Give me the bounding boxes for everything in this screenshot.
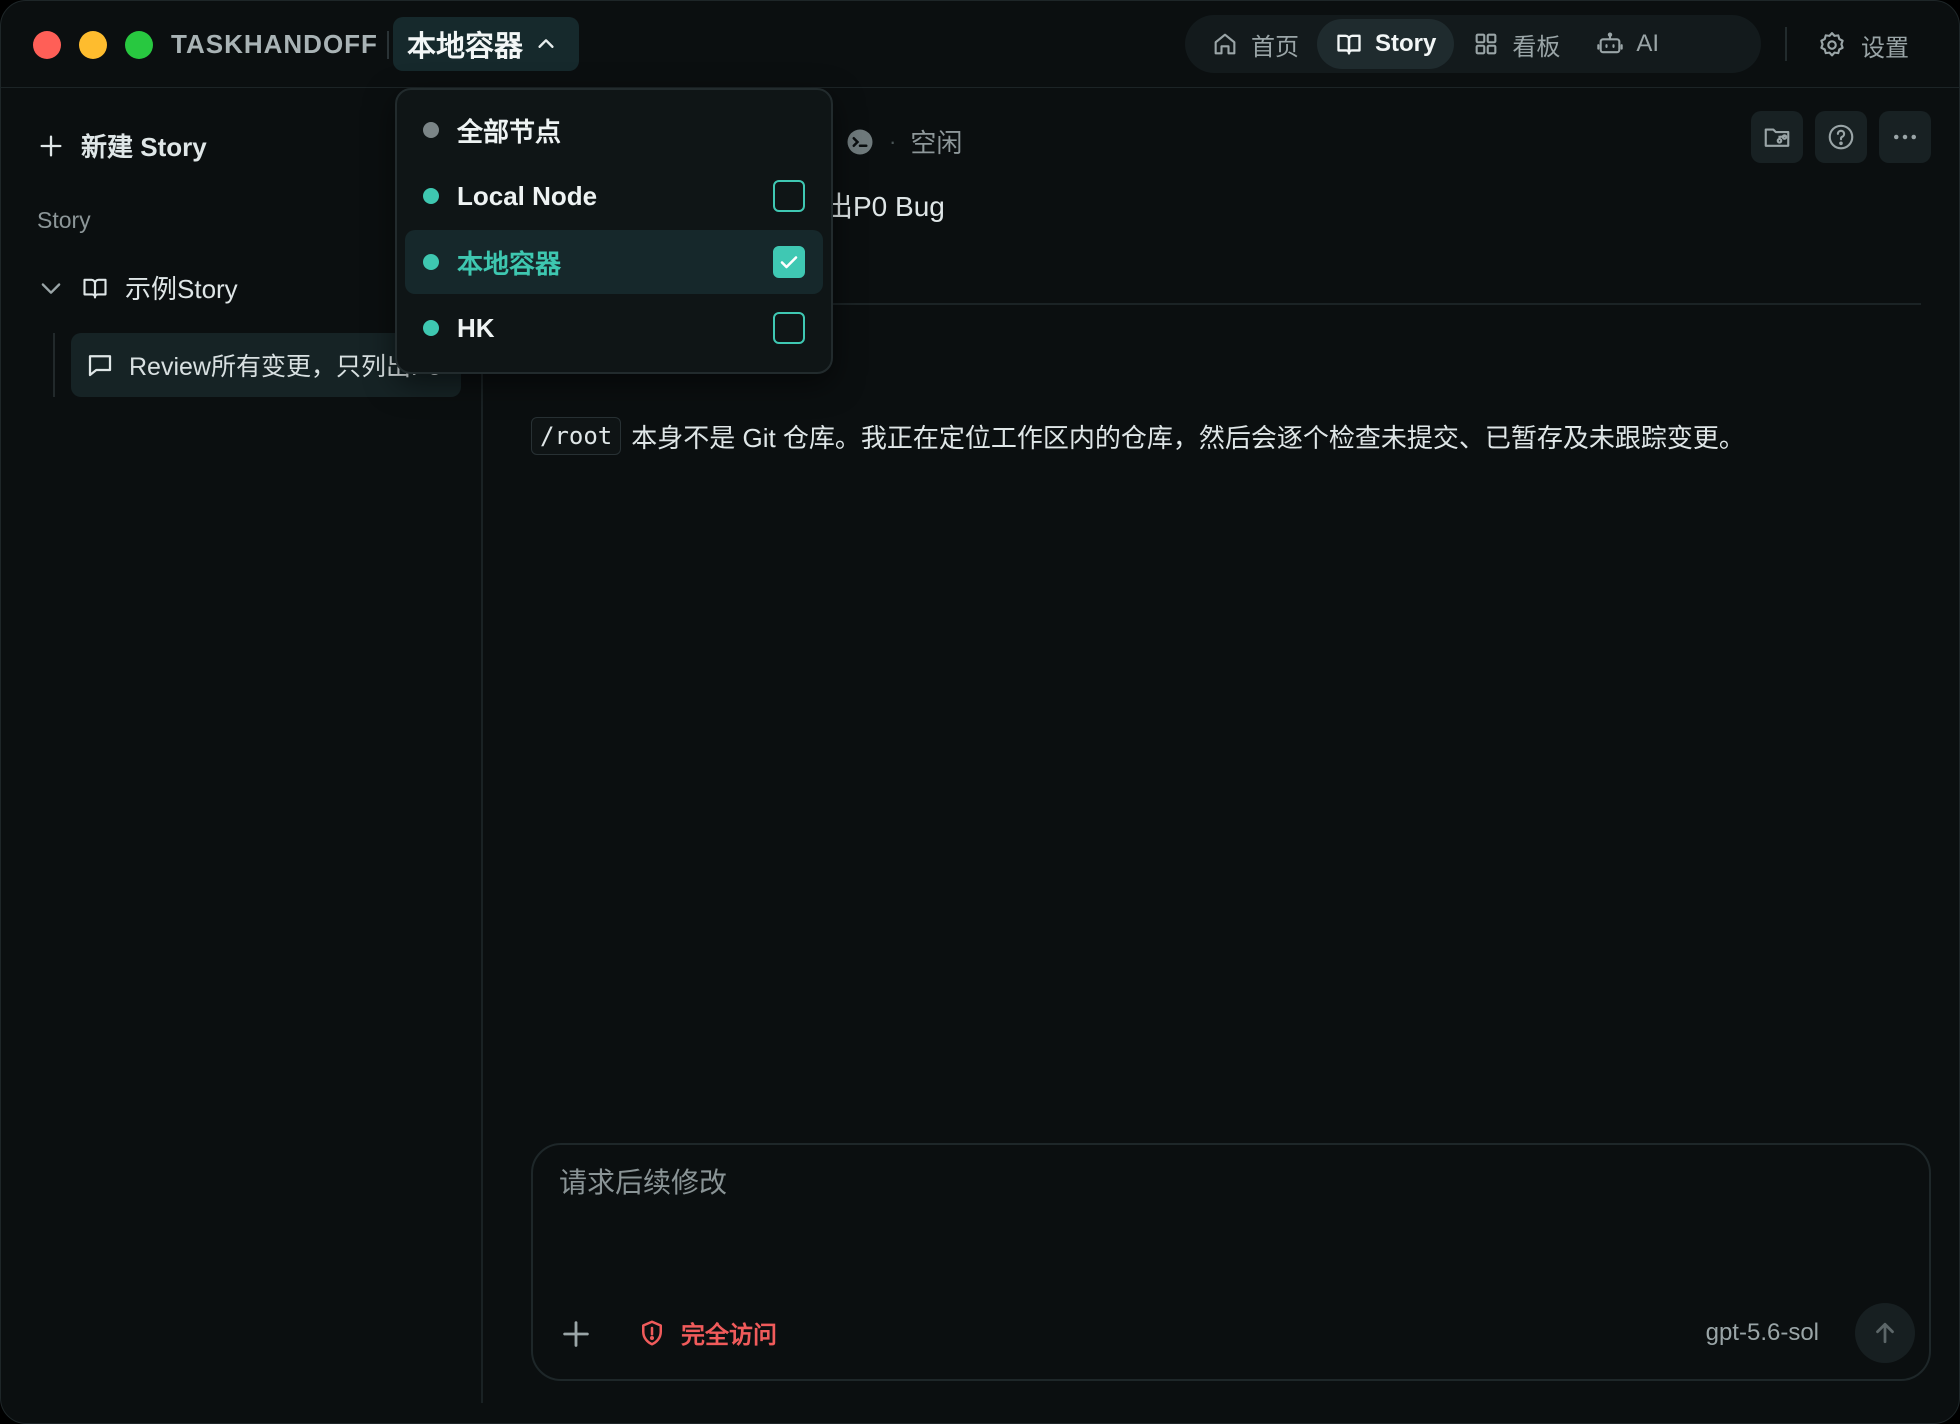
node-dropdown: 全部节点 Local Node 本地容器 HK (395, 88, 833, 374)
new-story-button[interactable]: 新建 Story (37, 127, 207, 164)
open-folder-button[interactable] (1751, 111, 1803, 163)
nav-story[interactable]: Story (1317, 19, 1455, 69)
settings-label: 设置 (1861, 34, 1909, 62)
checkbox-checked[interactable] (773, 246, 805, 278)
plus-icon (40, 135, 62, 156)
checkbox[interactable] (773, 180, 805, 212)
inline-code: /root (531, 417, 622, 455)
agent-status: · 空闲 (845, 123, 962, 160)
folder-git-icon (1764, 128, 1790, 147)
title-bar: TASKHANDOFF 本地容器 首页 Story 看板 AI 设置 (1, 1, 1959, 88)
attach-plus-icon[interactable] (559, 1317, 593, 1351)
dropdown-item-label: 本地容器 (457, 248, 562, 279)
access-mode-button[interactable]: 完全访问 (637, 1315, 777, 1350)
nav-board-label: 看板 (1512, 33, 1561, 61)
dropdown-item-all-nodes[interactable]: 全部节点 (405, 98, 823, 162)
chat-bubble-icon (88, 355, 112, 377)
settings-button[interactable]: 设置 (1817, 23, 1909, 67)
help-button[interactable] (1815, 111, 1867, 163)
chevron-down-icon (41, 282, 61, 294)
agent-avatar-icon (847, 129, 873, 154)
dropdown-item-local-container[interactable]: 本地容器 (405, 230, 823, 294)
assistant-message: /root 本身不是 Git 仓库。我正在定位工作区内的仓库，然后会逐个检查未提… (531, 417, 1745, 455)
top-actions (1751, 111, 1931, 163)
dropdown-item-hk[interactable]: HK (405, 296, 823, 360)
question-circle-icon (1828, 124, 1854, 150)
more-horizontal-icon (1894, 134, 1916, 140)
model-selector[interactable]: gpt-5.6-sol (1706, 1319, 1819, 1347)
nav-ai-label: AI (1636, 30, 1660, 57)
tree-line (53, 333, 55, 397)
check-icon (780, 256, 798, 269)
title-divider-right (1785, 27, 1787, 61)
dropdown-item-label: HK (457, 312, 495, 343)
access-mode-label: 完全访问 (681, 1322, 777, 1349)
chevron-up-icon (538, 39, 554, 48)
gear-icon (1820, 32, 1844, 57)
story-group-label: 示例Story (125, 274, 238, 304)
nav-ai[interactable]: AI (1578, 19, 1677, 69)
dropdown-item-local-node[interactable]: Local Node (405, 164, 823, 228)
node-selector-label: 本地容器 (407, 31, 524, 63)
nav-board[interactable]: 看板 (1454, 19, 1578, 69)
more-button[interactable] (1879, 111, 1931, 163)
dropdown-item-label: 全部节点 (457, 116, 562, 147)
book-icon (1337, 34, 1361, 55)
composer-input[interactable] (559, 1167, 1759, 1199)
section-label: Story (37, 207, 91, 233)
status-separator: · (889, 128, 897, 154)
status-dot (423, 320, 439, 336)
app-window: TASKHANDOFF 本地容器 首页 Story 看板 AI 设置 新建 St… (0, 0, 1960, 1424)
nav-story-label: Story (1375, 30, 1437, 57)
status-dot (423, 122, 439, 138)
checkbox[interactable] (773, 312, 805, 344)
send-button[interactable] (1855, 1303, 1915, 1363)
status-text: 空闲 (910, 128, 963, 158)
shield-alert-icon (642, 1320, 662, 1345)
story-group-toggle[interactable]: 示例Story (37, 269, 238, 306)
title-divider (387, 31, 389, 59)
status-dot (423, 254, 439, 270)
book-icon (83, 278, 107, 298)
dropdown-item-label: Local Node (457, 180, 598, 211)
home-icon (1214, 33, 1236, 55)
main-nav: 首页 Story 看板 AI (1185, 15, 1761, 73)
arrow-up-icon (1876, 1322, 1894, 1344)
zoom-window-button[interactable] (125, 31, 153, 59)
message-text: 本身不是 Git 仓库。我正在定位工作区内的仓库，然后会逐个检查未提交、已暂存及… (631, 422, 1745, 453)
new-story-label: 新建 Story (81, 132, 207, 162)
story-title: 出P0 Bug (825, 191, 945, 222)
node-selector[interactable]: 本地容器 (393, 17, 579, 71)
nav-home-label: 首页 (1251, 33, 1299, 61)
grid-icon (1475, 33, 1497, 55)
close-window-button[interactable] (33, 31, 61, 59)
minimize-window-button[interactable] (79, 31, 107, 59)
status-dot (423, 188, 439, 204)
nav-home[interactable]: 首页 (1193, 19, 1317, 69)
robot-icon (1597, 32, 1624, 54)
composer: 完全访问 gpt-5.6-sol (531, 1143, 1931, 1381)
app-name: TASKHANDOFF (171, 29, 378, 59)
